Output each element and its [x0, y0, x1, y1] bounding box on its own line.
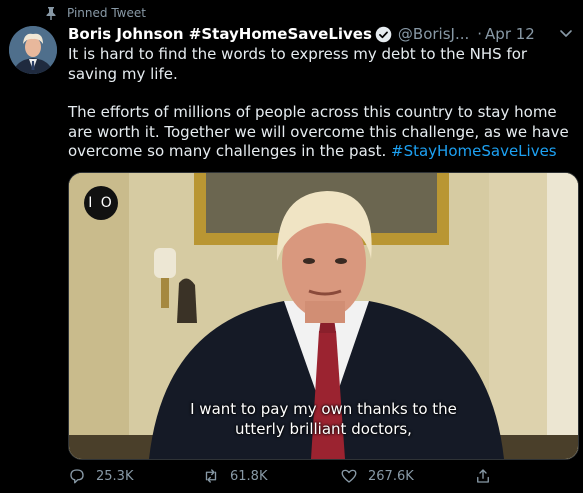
tweet-header: Boris Johnson #StayHomeSaveLives @BorisJ…: [68, 24, 575, 44]
separator-dot: ·: [477, 25, 483, 43]
retweet-count: 61.8K: [230, 468, 268, 484]
avatar[interactable]: [9, 26, 57, 74]
tweet-paragraph-1: It is hard to find the words to express …: [68, 45, 528, 83]
like-count: 267.6K: [368, 468, 414, 484]
author-name[interactable]: Boris Johnson #StayHomeSaveLives: [68, 25, 372, 43]
reply-icon: [70, 469, 84, 484]
tweet-date[interactable]: Apr 12: [485, 25, 535, 43]
tweet-text: It is hard to find the words to express …: [68, 45, 573, 162]
video-media[interactable]: I O I want to pay my own thanks to the u…: [68, 172, 579, 460]
channel-badge: I O: [84, 186, 118, 220]
reply-button[interactable]: 25.3K: [68, 467, 133, 485]
pinned-label: Pinned Tweet: [67, 6, 146, 20]
chevron-down-icon[interactable]: [559, 26, 573, 40]
pinned-tweet-indicator: Pinned Tweet: [45, 5, 146, 21]
heart-icon: [341, 469, 357, 483]
like-button[interactable]: 267.6K: [340, 467, 414, 485]
pin-icon: [46, 7, 56, 20]
share-icon: [477, 469, 489, 483]
retweet-icon: [205, 469, 217, 483]
video-caption: I want to pay my own thanks to the utter…: [69, 399, 578, 439]
tweet-actions: 25.3K 61.8K 267.6K: [68, 467, 498, 487]
retweet-button[interactable]: 61.8K: [202, 467, 267, 485]
verified-badge-icon: [375, 26, 392, 42]
caption-line-2: utterly brilliant doctors,: [235, 420, 412, 438]
author-handle[interactable]: @BorisJ...: [398, 25, 469, 43]
hashtag-link[interactable]: #StayHomeSaveLives: [391, 142, 557, 160]
caption-line-1: I want to pay my own thanks to the: [190, 400, 457, 418]
tweet-paragraph-2: The efforts of millions of people across…: [68, 103, 573, 162]
reply-count: 25.3K: [96, 468, 134, 484]
share-button[interactable]: [474, 467, 492, 485]
